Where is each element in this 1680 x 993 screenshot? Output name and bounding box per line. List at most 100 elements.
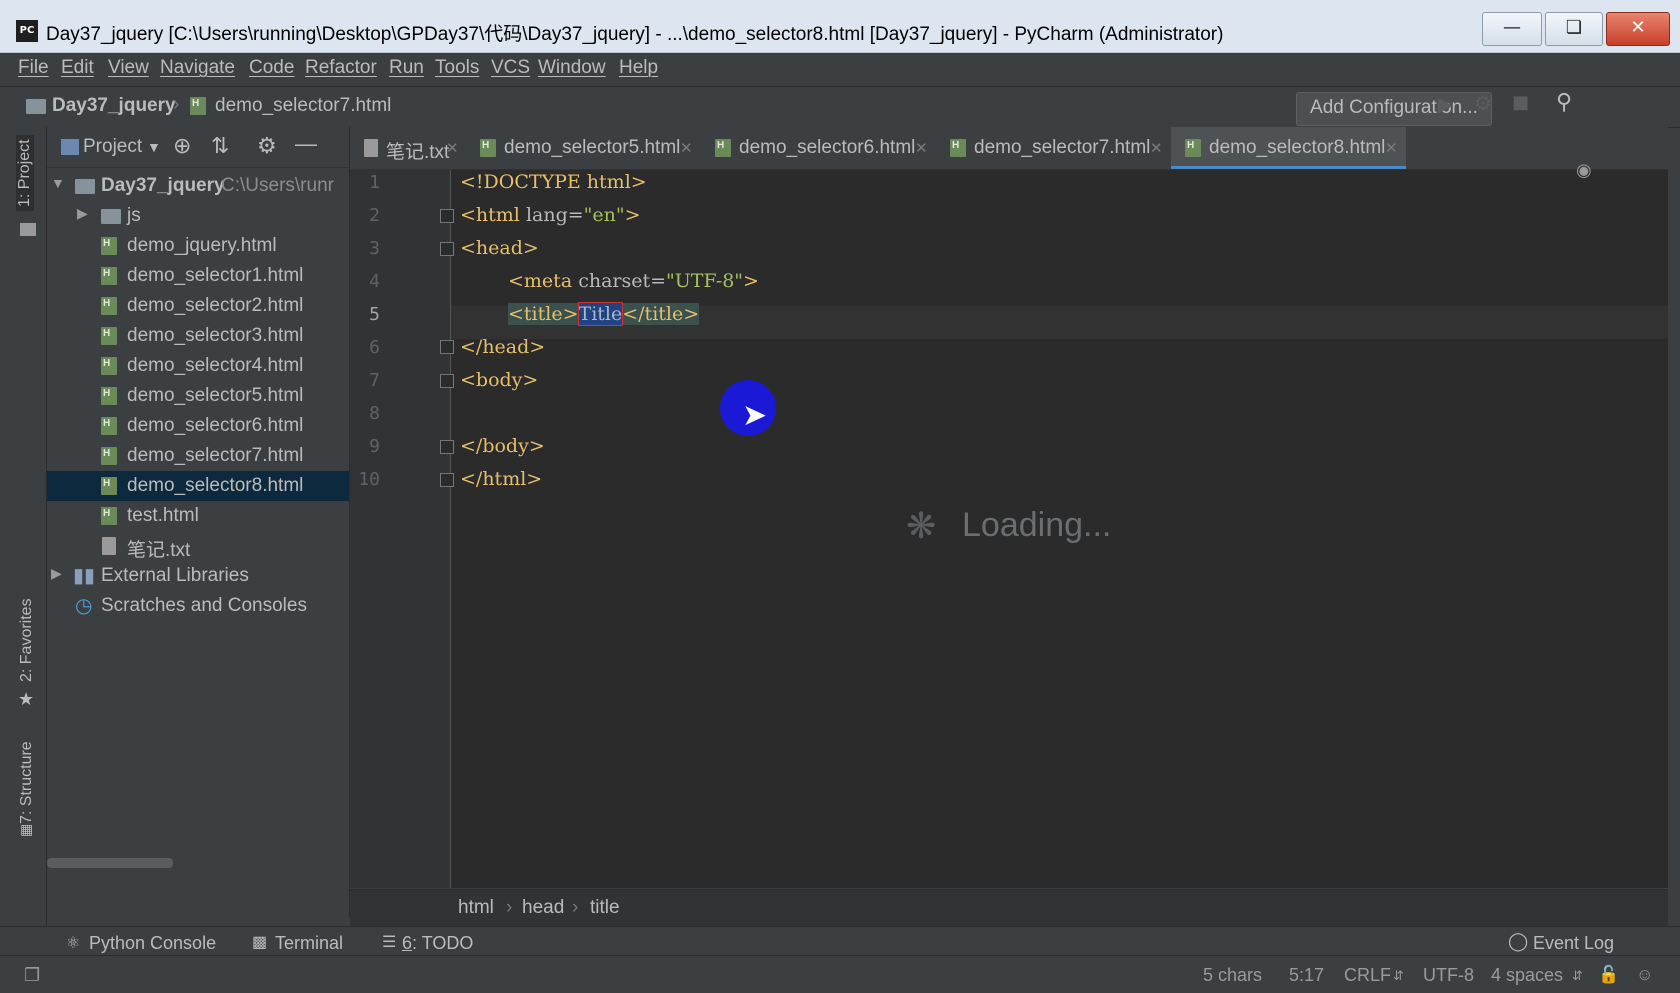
add-configuration-button[interactable]: Add Configuration... <box>1296 92 1492 126</box>
attr-name: charset= <box>578 270 667 292</box>
html-file-icon <box>101 297 117 315</box>
html-file-icon <box>1185 139 1201 157</box>
tree-item[interactable]: demo_selector4.html <box>47 351 349 381</box>
fold-marker-icon[interactable] <box>440 209 454 223</box>
eye-icon[interactable]: ◉ <box>1576 160 1592 181</box>
close-tab-icon[interactable]: ✕ <box>446 139 459 157</box>
collapse-arrow-icon[interactable]: ▶ <box>51 565 62 582</box>
menu-refactor[interactable]: Refactor <box>305 57 377 79</box>
structure-tool-tab[interactable]: 7: Structure <box>18 741 36 824</box>
line-separator[interactable]: CRLF <box>1344 965 1391 986</box>
menu-file[interactable]: File <box>18 57 49 79</box>
chevron-down-icon[interactable]: ▼ <box>147 139 161 155</box>
search-icon[interactable]: ⚲ <box>1556 90 1572 115</box>
stop-icon[interactable]: ■ <box>1512 92 1529 113</box>
caret-position[interactable]: 5:17 <box>1289 965 1324 986</box>
close-tab-icon[interactable]: ✕ <box>680 139 693 157</box>
tab-notes-txt[interactable]: 笔记.txt ✕ <box>350 127 466 169</box>
tree-item[interactable]: test.html <box>47 501 349 531</box>
tree-item[interactable]: 笔记.txt <box>47 531 349 561</box>
html-file-icon <box>101 357 117 375</box>
menu-window[interactable]: Window <box>538 57 606 79</box>
run-icon[interactable]: ▶ <box>1438 92 1453 116</box>
favorites-tool-tab[interactable]: 2: Favorites <box>18 598 36 682</box>
fold-marker-icon[interactable] <box>440 374 454 388</box>
project-panel-header: Project ▼ ⊕ ⇅ ⚙ — <box>47 127 349 168</box>
project-view-label[interactable]: Project <box>83 136 142 158</box>
tree-root[interactable]: ▼ Day37_jquery C:\Users\runr <box>47 171 349 201</box>
tree-item[interactable]: demo_selector2.html <box>47 291 349 321</box>
menu-edit[interactable]: Edit <box>61 57 94 79</box>
python-console-button[interactable]: Python Console <box>89 933 216 954</box>
fold-marker-icon[interactable] <box>440 340 454 354</box>
breadcrumb-item[interactable]: head <box>522 897 564 919</box>
collapse-arrow-icon[interactable]: ▶ <box>77 205 88 222</box>
head-tag: <head> <box>460 237 539 259</box>
menu-help[interactable]: Help <box>619 57 658 79</box>
star-icon: ★ <box>18 689 35 710</box>
tab-demo-selector6[interactable]: demo_selector6.html ✕ <box>701 127 936 169</box>
terminal-button[interactable]: Terminal <box>275 933 343 954</box>
menu-vcs[interactable]: VCS <box>491 57 530 79</box>
tree-item[interactable]: demo_jquery.html <box>47 231 349 261</box>
menu-run[interactable]: Run <box>389 57 424 79</box>
fold-marker-icon[interactable] <box>440 440 454 454</box>
root-folder-path: C:\Users\runr <box>221 175 334 196</box>
tab-demo-selector8[interactable]: demo_selector8.html ✕ <box>1171 127 1406 169</box>
indent-setting[interactable]: 4 spaces <box>1491 965 1563 986</box>
menu-code[interactable]: Code <box>249 57 294 79</box>
tab-demo-selector5[interactable]: demo_selector5.html ✕ <box>466 127 701 169</box>
line-number: 6 <box>369 337 380 358</box>
maximize-button[interactable]: ❏ <box>1545 12 1603 46</box>
inspector-icon[interactable]: ☺ <box>1636 965 1653 985</box>
close-window-button[interactable]: ✕ <box>1606 12 1670 46</box>
close-tab-icon[interactable]: ✕ <box>1150 139 1163 157</box>
breadcrumb-item[interactable]: html <box>458 897 494 919</box>
selected-text[interactable]: Title <box>577 302 624 326</box>
tree-item-js[interactable]: ▶ js <box>47 201 349 231</box>
body-tag: <body> <box>460 369 539 391</box>
tab-label: demo_selector6.html <box>739 137 916 158</box>
locate-icon[interactable]: ⊕ <box>173 133 191 159</box>
file-encoding[interactable]: UTF-8 <box>1423 965 1474 986</box>
meta-tag-open: <meta <box>508 270 579 292</box>
horizontal-scrollbar[interactable] <box>47 858 173 868</box>
fold-marker-icon[interactable] <box>440 473 454 487</box>
minimize-button[interactable]: — <box>1482 12 1542 46</box>
todo-button[interactable]: 6: TODO <box>402 933 473 954</box>
tree-item[interactable]: demo_selector7.html <box>47 441 349 471</box>
tree-item-scratches[interactable]: ◷ Scratches and Consoles <box>47 591 349 621</box>
tree-item[interactable]: demo_selector6.html <box>47 411 349 441</box>
toggle-tool-windows-icon[interactable]: ❐ <box>24 965 40 986</box>
menu-navigate[interactable]: Navigate <box>160 57 235 79</box>
project-tool-tab[interactable]: 1: Project <box>16 135 34 211</box>
debug-icon[interactable]: ⚙ <box>1474 91 1492 115</box>
close-tab-icon[interactable]: ✕ <box>1385 139 1398 157</box>
tab-demo-selector7[interactable]: demo_selector7.html ✕ <box>936 127 1171 169</box>
text-file-icon <box>102 537 116 555</box>
nav-project-name[interactable]: Day37_jquery <box>52 95 176 117</box>
close-tab-icon[interactable]: ✕ <box>915 139 928 157</box>
lock-icon[interactable]: 🔓 <box>1598 965 1619 985</box>
collapse-all-icon[interactable]: ⇅ <box>211 133 229 159</box>
expand-arrow-icon[interactable]: ▼ <box>51 175 65 191</box>
tree-item[interactable]: demo_selector1.html <box>47 261 349 291</box>
pycharm-app-icon: PC <box>16 20 38 42</box>
gear-icon[interactable]: ⚙ <box>257 133 277 159</box>
fold-marker-icon[interactable] <box>440 242 454 256</box>
breadcrumb-item[interactable]: title <box>590 897 620 919</box>
text-file-icon <box>364 139 378 157</box>
tree-item-selected[interactable]: demo_selector8.html <box>47 471 349 501</box>
terminal-icon: ▩ <box>252 934 268 951</box>
menu-view[interactable]: View <box>108 57 149 79</box>
window-title: Day37_jquery [C:\Users\running\Desktop\G… <box>46 24 1224 45</box>
tree-item[interactable]: demo_selector3.html <box>47 321 349 351</box>
html-file-icon <box>101 447 117 465</box>
tree-item[interactable]: demo_selector5.html <box>47 381 349 411</box>
event-log-button[interactable]: Event Log <box>1533 933 1614 954</box>
tree-item-label: demo_selector8.html <box>127 475 304 496</box>
nav-file-name[interactable]: demo_selector7.html <box>215 95 391 117</box>
tree-item-external-libraries[interactable]: ▶ ▮▮ External Libraries <box>47 561 349 591</box>
hide-panel-icon[interactable]: — <box>295 131 317 157</box>
menu-tools[interactable]: Tools <box>435 57 479 79</box>
